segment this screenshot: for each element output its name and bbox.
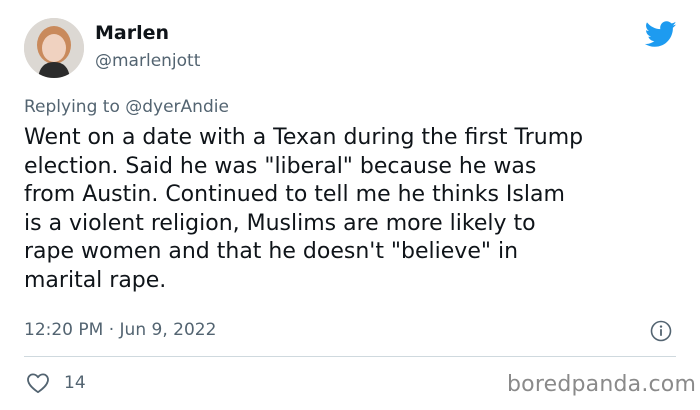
tweet-text-line: rape women and that he doesn't "believe"… [24, 239, 519, 264]
user-handle[interactable]: @marlenjott [95, 51, 200, 71]
avatar-photo-icon [24, 18, 84, 78]
twitter-bird-icon [645, 21, 677, 47]
timestamp-separator: · [108, 320, 115, 340]
tweet-date: Jun 9, 2022 [119, 320, 217, 340]
tweet-text-line: election. Said he was "liberal" because … [24, 153, 537, 179]
tweet-time: 12:20 PM [24, 320, 104, 340]
replying-to-line: Replying to @dyerAndie [24, 97, 229, 117]
tweet-text-line: Went on a date with a Texan during the f… [24, 125, 584, 150]
replying-to-label: Replying to [24, 97, 120, 117]
like-heart-icon[interactable] [26, 372, 50, 394]
avatar[interactable] [24, 18, 84, 78]
info-icon[interactable] [650, 320, 672, 342]
reply-mention-link[interactable]: @dyerAndie [125, 97, 229, 117]
tweet-text-line: is a violent religion, Muslims are more … [24, 210, 536, 236]
boredpanda-watermark: boredpanda.com [507, 372, 697, 397]
tweet-text-line: marital rape. [24, 267, 167, 293]
tweet-text-line: from Austin. Continued to tell me he thi… [24, 182, 565, 207]
like-count: 14 [64, 373, 86, 393]
tweet-timestamp[interactable]: 12:20 PM · Jun 9, 2022 [24, 320, 216, 340]
display-name[interactable]: Marlen [95, 22, 169, 44]
divider [24, 356, 676, 357]
tweet-text: Went on a date with a Texan during the f… [24, 124, 684, 295]
